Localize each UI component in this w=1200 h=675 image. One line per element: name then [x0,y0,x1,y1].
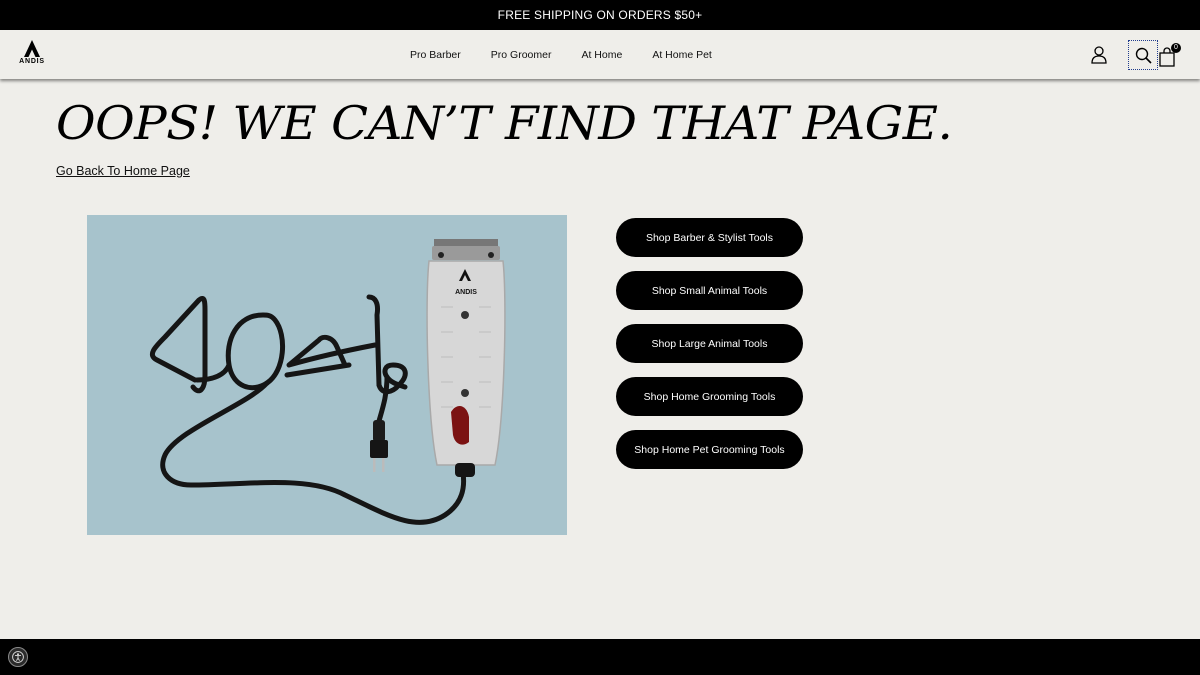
search-button[interactable] [1128,40,1158,70]
search-icon [1135,47,1152,64]
promo-text: FREE SHIPPING ON ORDERS $50+ [497,8,703,22]
plug [370,420,388,472]
logo-text: ANDIS [19,58,45,65]
cart-button[interactable]: 0 [1159,43,1181,67]
shop-barber-stylist-button[interactable]: Shop Barber & Stylist Tools [616,218,803,257]
nav-at-home[interactable]: At Home [581,49,622,61]
shop-home-pet-grooming-button[interactable]: Shop Home Pet Grooming Tools [616,430,803,469]
go-back-home-link[interactable]: Go Back To Home Page [56,164,190,178]
footer-bar [0,639,1200,675]
nav-pro-barber[interactable]: Pro Barber [410,49,461,61]
account-icon[interactable] [1091,46,1107,64]
hero-image: ANDIS [87,215,567,535]
cart-count-badge: 0 [1171,43,1181,53]
404-clipper-illustration: ANDIS [150,239,506,525]
page-title: OOPS! WE CAN’T FIND THAT PAGE. [56,96,953,150]
shop-large-animal-button[interactable]: Shop Large Animal Tools [616,324,803,363]
shop-buttons: Shop Barber & Stylist Tools Shop Small A… [616,218,803,483]
accessibility-button[interactable] [8,647,28,667]
accessibility-icon [12,651,24,663]
shop-home-grooming-button[interactable]: Shop Home Grooming Tools [616,377,803,416]
andis-logo-icon [24,40,40,57]
nav-at-home-pet[interactable]: At Home Pet [652,49,712,61]
clipper: ANDIS [426,239,506,477]
main-nav: Pro Barber Pro Groomer At Home At Home P… [410,30,742,79]
andis-logo[interactable]: ANDIS [16,40,48,72]
shop-small-animal-button[interactable]: Shop Small Animal Tools [616,271,803,310]
nav-pro-groomer[interactable]: Pro Groomer [491,49,552,61]
promo-bar: FREE SHIPPING ON ORDERS $50+ [0,0,1200,30]
svg-text:ANDIS: ANDIS [455,289,477,296]
site-header: ANDIS Pro Barber Pro Groomer At Home At … [0,30,1200,79]
